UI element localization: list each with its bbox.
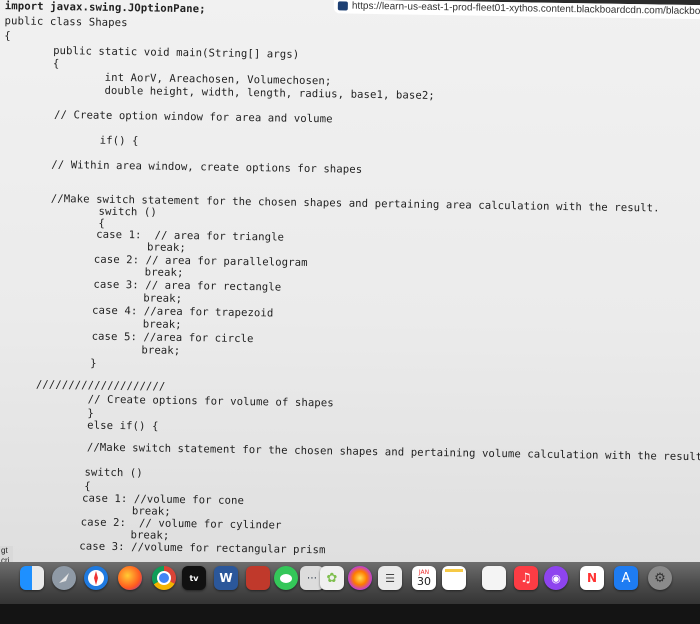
music-icon[interactable]: ♫ bbox=[514, 566, 538, 590]
code-line: case 2: // area for parallelogram bbox=[93, 253, 308, 269]
maps-icon[interactable] bbox=[348, 566, 372, 590]
code-line: //////////////////// bbox=[35, 378, 166, 393]
code-line: if() { bbox=[99, 134, 139, 148]
code-line: break; bbox=[130, 529, 170, 542]
code-line: // Create options for volume of shapes bbox=[87, 393, 334, 410]
news-icon[interactable]: N bbox=[580, 566, 604, 590]
photos-icon[interactable]: ✿ bbox=[320, 566, 344, 590]
code-line: case 2: // volume for cylinder bbox=[80, 516, 282, 532]
launchpad-icon[interactable] bbox=[52, 566, 76, 590]
code-line: else if() { bbox=[87, 419, 159, 433]
photo-booth-icon[interactable] bbox=[246, 566, 270, 590]
podcasts-icon[interactable]: ◉ bbox=[544, 566, 568, 590]
notes-icon[interactable] bbox=[442, 566, 466, 590]
code-line: break; bbox=[142, 318, 182, 331]
code-line: break; bbox=[131, 505, 171, 518]
finder-icon[interactable] bbox=[20, 566, 44, 590]
code-line: // Within area window, create options fo… bbox=[51, 158, 363, 176]
word-icon[interactable]: W bbox=[214, 566, 238, 590]
code-line: break; bbox=[146, 241, 187, 255]
code-line: import javax.swing.JOptionPane; bbox=[4, 0, 206, 16]
code-line: public class Shapes bbox=[4, 15, 128, 30]
code-line: // Create option window for area and vol… bbox=[54, 108, 333, 126]
reminders-icon[interactable]: ☰ bbox=[378, 566, 402, 590]
code-line: break; bbox=[143, 292, 183, 305]
chrome-icon[interactable] bbox=[152, 566, 176, 590]
apple-tv-icon[interactable]: tv bbox=[182, 566, 206, 590]
code-line: { bbox=[52, 57, 60, 71]
code-line: case 3: // area for rectangle bbox=[93, 278, 282, 294]
code-line: //Make switch statement for the chosen s… bbox=[86, 441, 700, 464]
firefox-icon[interactable] bbox=[118, 566, 142, 590]
screen-bezel bbox=[0, 604, 700, 624]
app-store-icon[interactable]: A bbox=[614, 566, 638, 590]
system-preferences-icon[interactable]: ⚙ bbox=[648, 566, 672, 590]
code-line: case 3: //volume for rectangular prism bbox=[79, 540, 326, 557]
edge-text: gt bbox=[1, 546, 8, 555]
messages-icon[interactable] bbox=[274, 566, 298, 590]
safari-icon[interactable] bbox=[84, 566, 108, 590]
code-line: case 5: //area for circle bbox=[91, 330, 254, 346]
code-line: break; bbox=[144, 266, 184, 280]
code-listing: import javax.swing.JOptionPane; public c… bbox=[0, 0, 700, 587]
code-line: { bbox=[84, 480, 91, 493]
apple-tv-label: tv bbox=[189, 573, 199, 583]
code-line: break; bbox=[141, 344, 181, 357]
calendar-icon[interactable]: JAN 30 bbox=[412, 566, 436, 590]
code-line: double height, width, length, radius, ba… bbox=[104, 84, 435, 102]
code-line: public static void main(String[] args) bbox=[53, 44, 300, 61]
stickies-icon[interactable] bbox=[482, 566, 506, 590]
code-line: } bbox=[90, 357, 97, 370]
code-line: case 4: //area for trapezoid bbox=[91, 304, 274, 320]
code-line: case 1: // area for triangle bbox=[96, 228, 285, 244]
document-page: https://learn-us-east-1-prod-fleet01-xyt… bbox=[0, 0, 700, 588]
code-line: switch () bbox=[98, 205, 157, 219]
screen: https://learn-us-east-1-prod-fleet01-xyt… bbox=[0, 0, 700, 624]
code-line: } bbox=[87, 407, 94, 420]
calendar-day: 30 bbox=[417, 574, 431, 588]
code-line: switch () bbox=[84, 466, 143, 480]
code-line: { bbox=[4, 30, 11, 43]
